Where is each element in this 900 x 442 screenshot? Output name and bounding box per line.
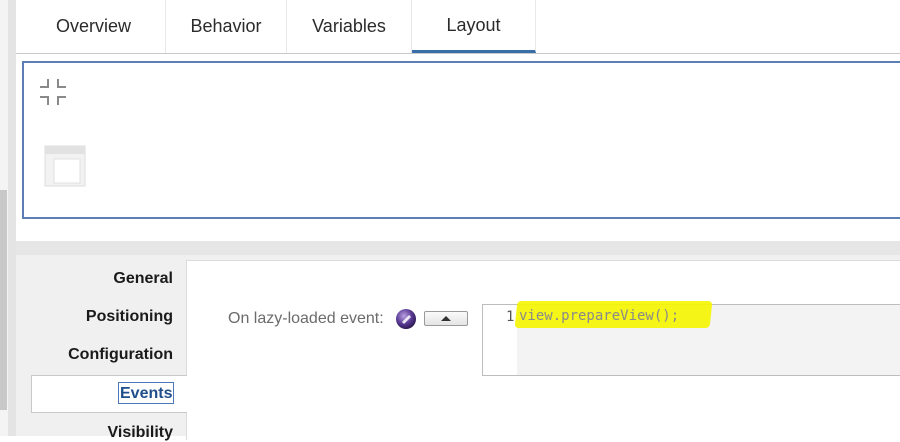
tab-layout[interactable]: Layout (412, 0, 536, 53)
layout-widget-icon[interactable] (44, 145, 86, 187)
script-icon[interactable] (395, 308, 417, 330)
sidebar-item-positioning[interactable]: Positioning (86, 308, 173, 326)
expand-editor-button[interactable] (424, 311, 468, 326)
event-label: On lazy-loaded event: (228, 310, 384, 327)
tab-variables[interactable]: Variables (287, 0, 412, 53)
panel-border (8, 0, 16, 436)
sidebar-item-visibility[interactable]: Visibility (107, 424, 173, 442)
code-line[interactable]: view.prepareView(); (519, 308, 679, 324)
sidebar-item-configuration[interactable]: Configuration (68, 346, 173, 364)
section-divider (16, 241, 900, 255)
sidebar-item-general[interactable]: General (113, 270, 173, 288)
layout-preview-panel[interactable] (22, 61, 900, 219)
tab-behavior[interactable]: Behavior (166, 0, 287, 53)
tab-bar: Overview Behavior Variables Layout (16, 0, 900, 54)
left-scrollbar[interactable] (0, 190, 7, 410)
sidebar-item-events-label[interactable]: Events (118, 382, 175, 404)
collapse-icon[interactable] (37, 76, 69, 108)
arrow-up-icon (441, 316, 451, 321)
line-number: 1 (506, 309, 515, 325)
tab-overview[interactable]: Overview (22, 0, 166, 53)
